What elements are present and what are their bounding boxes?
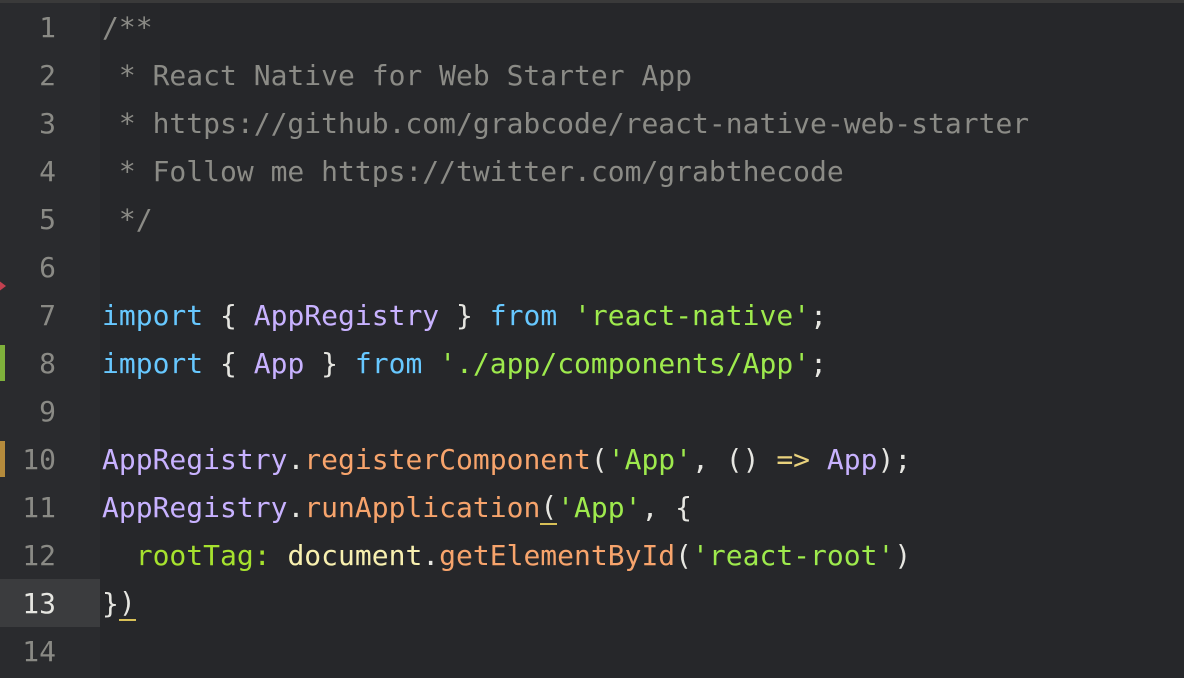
code-line[interactable]: AppRegistry. runApplication('App', {: [102, 483, 1184, 531]
code-line[interactable]: * Follow me https://twitter.com/grabthec…: [102, 147, 1184, 195]
code-token: {: [203, 298, 254, 332]
line-number[interactable]: 5: [0, 195, 100, 243]
code-token: registerComponent: [304, 442, 591, 476]
code-token: * Follow me https://twitter.com/grabthec…: [102, 154, 844, 188]
code-token: .: [422, 538, 440, 572]
line-number[interactable]: 2: [0, 51, 100, 99]
code-token: .: [287, 442, 305, 476]
line-number[interactable]: 9: [0, 387, 100, 435]
code-token: AppRegistry: [102, 490, 288, 524]
code-line[interactable]: [102, 387, 1184, 435]
git-added-marker: [0, 345, 5, 381]
code-token: 'App': [607, 442, 693, 476]
code-token: ): [118, 585, 136, 621]
code-line[interactable]: [102, 243, 1184, 291]
code-line[interactable]: * https://github.com/grabcode/react-nati…: [102, 99, 1184, 147]
code-token: (: [590, 442, 608, 476]
code-token: }: [102, 586, 119, 620]
line-number[interactable]: 6: [0, 243, 100, 291]
line-number[interactable]: 13: [0, 579, 100, 627]
code-token: , (): [692, 442, 777, 476]
code-line[interactable]: import { App } from './app/components/Ap…: [102, 339, 1184, 387]
code-token: runApplication: [304, 490, 541, 524]
code-token: ): [894, 538, 912, 572]
line-number[interactable]: 4: [0, 147, 100, 195]
code-token: from: [354, 346, 423, 380]
code-token: 'App': [557, 490, 642, 524]
line-number-gutter[interactable]: 1 2 3 4 5 6 7 8 9 10 11 12 13 14: [0, 3, 100, 678]
git-modified-marker: [0, 441, 5, 477]
code-token: * React Native for Web Starter App: [102, 58, 693, 92]
code-token: document: [287, 538, 423, 572]
code-token: 'react-native': [574, 298, 811, 332]
code-token: */: [102, 202, 153, 236]
code-token: ;: [810, 298, 827, 332]
code-token: AppRegistry: [253, 298, 440, 332]
code-editor[interactable]: 1 2 3 4 5 6 7 8 9 10 11 12 13 14 /** * React Native f…: [0, 0, 1184, 678]
code-token: 'react-root': [692, 538, 895, 572]
code-token: './app/components/App': [439, 346, 811, 380]
code-token: ;: [810, 346, 827, 380]
code-token: {: [203, 346, 254, 380]
code-token: from: [489, 298, 558, 332]
code-token: rootTag:: [135, 538, 271, 572]
code-line[interactable]: * React Native for Web Starter App: [102, 51, 1184, 99]
code-token: , {: [641, 490, 693, 524]
code-token: );: [877, 442, 912, 476]
line-number[interactable]: 14: [0, 627, 100, 675]
code-line[interactable]: rootTag: document. getElementById('react-…: [102, 531, 1184, 579]
code-token: =>: [776, 442, 811, 476]
code-token: }: [304, 346, 355, 380]
code-area[interactable]: /** * React Native for Web Starter App *…: [100, 3, 1184, 678]
code-token: App: [253, 346, 305, 380]
line-number[interactable]: 12: [0, 531, 100, 579]
code-token: /**: [102, 10, 153, 44]
line-number[interactable]: 11: [0, 483, 100, 531]
code-token: .: [287, 490, 305, 524]
git-deleted-marker: [0, 277, 6, 295]
code-token: getElementById: [439, 538, 676, 572]
line-number[interactable]: 8: [0, 339, 100, 387]
line-number[interactable]: 3: [0, 99, 100, 147]
line-number[interactable]: 1: [0, 3, 100, 51]
code-token: (: [675, 538, 693, 572]
code-token: import: [102, 346, 204, 380]
code-token: * https://github.com/grabcode/react-nati…: [102, 106, 1030, 140]
code-line[interactable]: }): [102, 579, 1184, 627]
code-token: AppRegistry: [102, 442, 288, 476]
line-number[interactable]: 10: [0, 435, 100, 483]
code-token: import: [102, 298, 204, 332]
code-line[interactable]: import { AppRegistry } from 'react-nativ…: [102, 291, 1184, 339]
code-line[interactable]: /**: [102, 3, 1184, 51]
code-token: App: [826, 442, 878, 476]
code-token: }: [439, 298, 490, 332]
code-line[interactable]: AppRegistry. registerComponent('App', () …: [102, 435, 1184, 483]
code-line[interactable]: [102, 627, 1184, 675]
code-line[interactable]: */: [102, 195, 1184, 243]
line-number[interactable]: 7: [0, 277, 100, 339]
code-token: (: [540, 489, 558, 525]
